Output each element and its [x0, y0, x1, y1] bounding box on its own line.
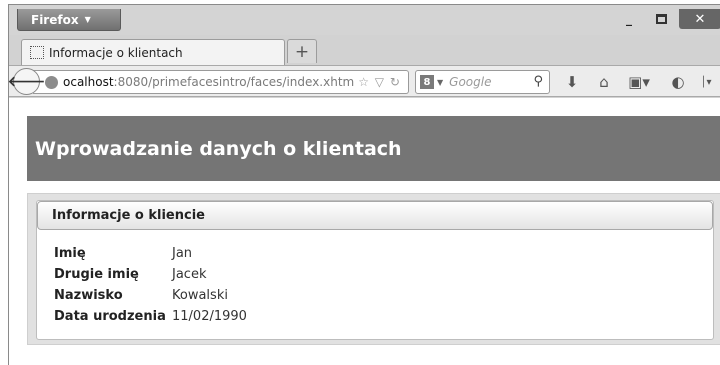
firefox-menu-label: Firefox: [31, 12, 79, 27]
chevron-down-icon: ▼: [84, 15, 91, 24]
minimize-button[interactable]: _: [616, 9, 642, 29]
tab-informacje-o-klientach[interactable]: Informacje o klientach: [21, 39, 285, 65]
search-engine-icon[interactable]: 8: [420, 75, 434, 89]
search-placeholder: Google: [449, 75, 492, 89]
field-label: Nazwisko: [54, 288, 123, 303]
firefox-menu-button[interactable]: Firefox ▼: [17, 9, 121, 31]
form-container: Informacje o kliencie Imię Jan Drugie im…: [27, 193, 720, 345]
url-host: ocalhost: [63, 75, 114, 89]
bookmark-star-icon[interactable]: ☆ ▽ ↻: [358, 75, 401, 89]
customer-info-panel: Informacje o kliencie Imię Jan Drugie im…: [36, 200, 714, 340]
field-label: Imię: [54, 246, 86, 261]
title-bar: Firefox ▼ _ ✕: [9, 5, 720, 35]
chevron-down-icon: ▼: [437, 77, 444, 87]
address-bar[interactable]: ocalhost :8080/primefacesintro/faces/ind…: [33, 70, 409, 94]
field-value: Kowalski: [172, 288, 228, 303]
browser-window: Firefox ▼ _ ✕ Informacje o klientach + o…: [8, 4, 720, 365]
page-title: Wprowadzanie danych o klientach: [27, 116, 720, 181]
tab-title: Informacje o klientach: [49, 45, 183, 60]
url-path: :8080/primefacesintro/faces/index.xhtm: [113, 75, 355, 89]
maximize-icon: [655, 14, 667, 24]
search-bar[interactable]: 8 ▼ Google ⚲: [415, 70, 550, 94]
addon-icon[interactable]: ◐: [667, 72, 689, 92]
menu-chevron-icon[interactable]: │▾: [695, 72, 717, 92]
new-tab-button[interactable]: +: [287, 39, 317, 63]
field-value: Jacek: [172, 267, 207, 282]
home-icon[interactable]: ⌂: [594, 72, 614, 92]
panel-title[interactable]: Informacje o kliencie: [37, 201, 713, 230]
page-content: Wprowadzanie danych o klientach Informac…: [9, 98, 720, 365]
back-button[interactable]: 🡐: [8, 68, 45, 95]
bookmarks-menu-icon[interactable]: ▣▾: [624, 72, 654, 92]
field-value: Jan: [172, 246, 193, 261]
close-button[interactable]: ✕: [679, 9, 720, 29]
navigation-bar: ocalhost :8080/primefacesintro/faces/ind…: [8, 65, 720, 97]
site-identity-icon[interactable]: [45, 75, 58, 89]
field-value: 11/02/1990: [172, 309, 247, 324]
maximize-button[interactable]: [648, 9, 674, 29]
search-icon[interactable]: ⚲: [533, 74, 543, 89]
field-label: Drugie imię: [54, 267, 139, 282]
page-favicon-icon: [30, 46, 44, 59]
download-icon[interactable]: ⬇: [562, 72, 582, 92]
field-label: Data urodzenia: [54, 309, 166, 324]
